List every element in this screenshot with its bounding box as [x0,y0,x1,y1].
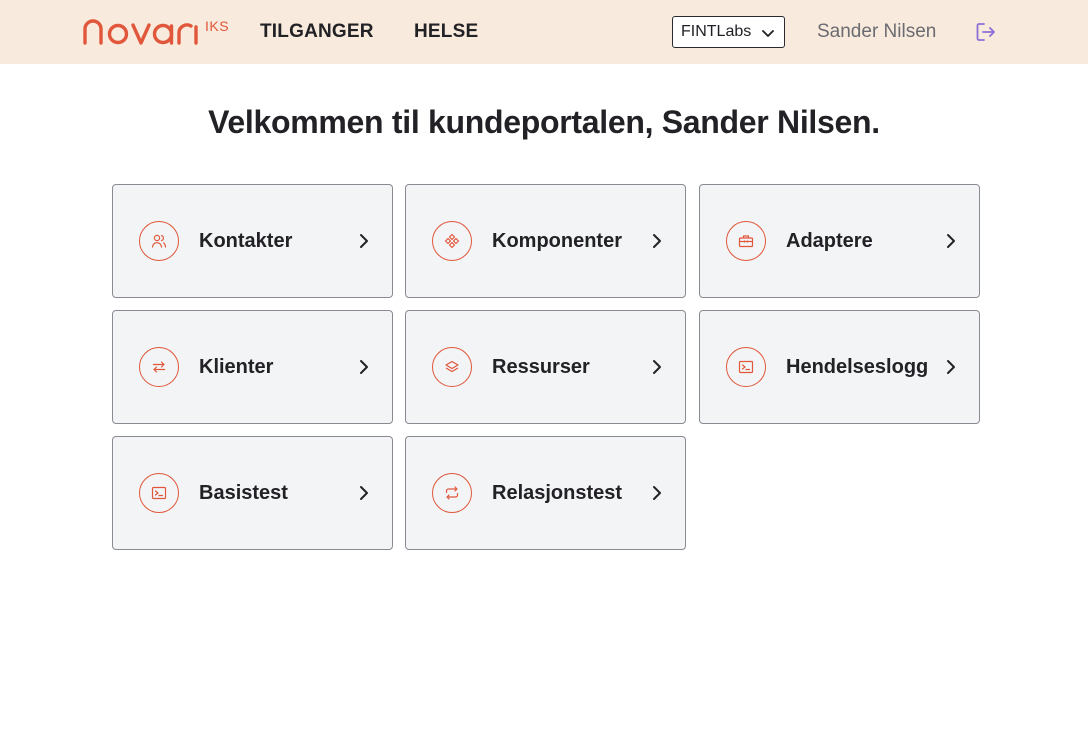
card-basistest[interactable]: Basistest [112,436,393,550]
card-label: Komponenter [492,230,622,252]
card-ressurser[interactable]: Ressurser [405,310,686,424]
card-label: Relasjonstest [492,482,623,504]
terminal-icon [139,473,179,513]
terminal-icon [726,347,766,387]
page-title: Velkommen til kundeportalen, Sander Nils… [208,104,880,140]
components-icon [432,221,472,261]
card-label: Hendelseslogg [786,356,929,378]
chevron-right-icon [651,359,663,380]
chevron-right-icon [358,359,370,380]
card-label: Basistest [199,482,288,504]
svg-text:IKS: IKS [205,18,229,34]
nav-helse[interactable]: HELSE [414,21,478,43]
logout-icon[interactable] [975,21,997,43]
card-label: Ressurser [492,356,590,378]
card-label: Klienter [199,356,274,378]
users-icon [139,221,179,261]
refresh-icon [432,473,472,513]
toolbox-icon [726,221,766,261]
card-label: Kontakter [199,230,293,252]
card-kontakter[interactable]: Kontakter [112,184,393,298]
chevron-right-icon [651,233,663,254]
card-relasjonstest[interactable]: Relasjonstest [405,436,686,550]
card-label: Adaptere [786,230,873,252]
swap-arrows-icon [139,347,179,387]
user-name[interactable]: Sander Nilsen [817,21,936,43]
nav-tilganger[interactable]: TILGANGER [260,21,374,43]
layers-icon [432,347,472,387]
chevron-right-icon [358,233,370,254]
organization-select[interactable]: FINTLabs [672,16,785,48]
chevron-right-icon [945,233,957,254]
novari-logo[interactable]: IKS [82,15,232,49]
top-header: IKS TILGANGER HELSE FINTLabs Sander Nils… [0,0,1088,64]
card-adaptere[interactable]: Adaptere [699,184,980,298]
card-komponenter[interactable]: Komponenter [405,184,686,298]
organization-select-value: FINTLabs [681,23,752,40]
card-klienter[interactable]: Klienter [112,310,393,424]
chevron-right-icon [358,485,370,506]
chevron-right-icon [651,485,663,506]
card-hendelseslogg[interactable]: Hendelseslogg [699,310,980,424]
chevron-down-icon [761,26,775,45]
chevron-right-icon [945,359,957,380]
